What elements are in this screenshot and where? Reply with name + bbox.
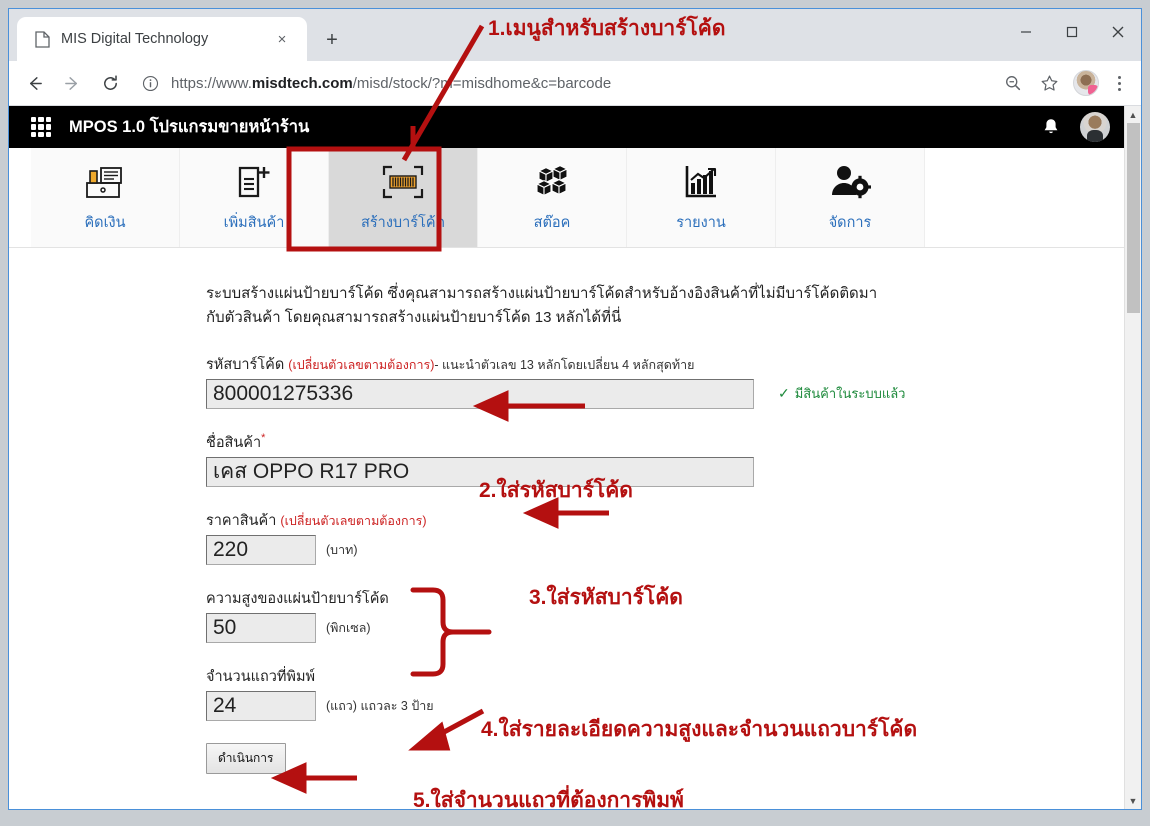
zoom-out-icon[interactable]: [998, 68, 1028, 98]
description-line-2: กับตัวสินค้า โดยคุณสามารถสร้างแผ่นป้ายบา…: [206, 309, 622, 327]
check-icon: ✓: [778, 385, 790, 402]
cash-register-icon: [83, 161, 127, 203]
barcode-input[interactable]: 800001275336: [206, 378, 754, 409]
barcode-label-main: รหัสบาร์โค้ด: [206, 356, 285, 373]
nav-tab-label: รายงาน: [676, 215, 726, 231]
window-controls: [1003, 9, 1141, 55]
product-name-label: ชื่อสินค้า*: [206, 431, 1124, 454]
address-bar[interactable]: https://www.misdtech.com/misd/stock/?m=m…: [139, 68, 989, 98]
close-window-icon[interactable]: [1095, 10, 1141, 54]
grid-apps-icon[interactable]: [31, 117, 51, 137]
barcode-label-red: (เปลี่ยนตัวเลขตามต้องการ): [288, 357, 435, 372]
product-name-field-block: ชื่อสินค้า* เคส OPPO R17 PRO: [206, 431, 1124, 487]
annotation-4: 4.ใส่รายละเอียดความสูงและจำนวนแถวบาร์โค้…: [481, 718, 918, 741]
browser-tab[interactable]: MIS Digital Technology ×: [17, 17, 307, 61]
back-icon[interactable]: [17, 66, 51, 100]
label-height-input[interactable]: 50: [206, 612, 316, 643]
chart-report-icon: [680, 161, 722, 203]
page-icon: [33, 30, 51, 48]
label-height-unit: (พิกเซล): [326, 620, 371, 635]
tab-title: MIS Digital Technology: [61, 31, 209, 47]
scrollbar-thumb[interactable]: [1126, 123, 1140, 313]
nav-tab-label: เพิ่มสินค้า: [223, 215, 285, 231]
rows-unit: (แถว) แถวละ 3 ป้าย: [326, 698, 434, 713]
site-info-icon[interactable]: [139, 72, 161, 94]
description-line-1: ระบบสร้างแผ่นป้ายบาร์โค้ด ซึ่งคุณสามารถส…: [206, 285, 878, 302]
user-avatar[interactable]: [1080, 112, 1110, 142]
url-host: misdtech.com: [251, 74, 353, 92]
annotation-5: 5.ใส่จำนวนแถวที่ต้องการพิมพ์: [413, 789, 684, 809]
reload-icon[interactable]: [93, 66, 127, 100]
barcode-scan-icon: [380, 161, 426, 203]
price-field-block: ราคาสินค้า (เปลี่ยนตัวเลขตามต้องการ) 220…: [206, 509, 1124, 565]
profile-avatar[interactable]: [1073, 70, 1099, 96]
bookmark-star-icon[interactable]: [1034, 68, 1064, 98]
barcode-form: ระบบสร้างแผ่นป้ายบาร์โค้ด ซึ่งคุณสามารถส…: [9, 248, 1124, 774]
notification-bell-icon[interactable]: [1038, 114, 1064, 140]
new-tab-button[interactable]: +: [315, 23, 349, 57]
price-label-main: ราคาสินค้า: [206, 512, 277, 529]
web-page: MPOS 1.0 โปรแกรมขายหน้าร้าน คิดเงิน เพิ่…: [9, 106, 1124, 809]
url-scheme: https://www.: [171, 74, 252, 92]
nav-tab-label: คิดเงิน: [84, 215, 126, 231]
app-title: MPOS 1.0 โปรแกรมขายหน้าร้าน: [69, 118, 310, 136]
nav-tab-label: สร้างบาร์โค้ด: [361, 215, 445, 231]
submit-button[interactable]: ดำเนินการ: [206, 742, 286, 774]
barcode-label: รหัสบาร์โค้ด (เปลี่ยนตัวเลขตามต้องการ)- …: [206, 353, 1124, 376]
nav-tab-label: จัดการ: [828, 215, 872, 231]
url-text: https://www.misdtech.com/misd/stock/?m=m…: [171, 75, 611, 92]
forward-icon[interactable]: [55, 66, 89, 100]
minimize-icon[interactable]: [1003, 10, 1049, 54]
page-viewport: MPOS 1.0 โปรแกรมขายหน้าร้าน คิดเงิน เพิ่…: [9, 106, 1141, 809]
user-settings-icon: [829, 161, 871, 203]
rows-field-block: จำนวนแถวที่พิมพ์ 24 (แถว) แถวละ 3 ป้าย: [206, 665, 1124, 721]
barcode-field-block: รหัสบาร์โค้ด (เปลี่ยนตัวเลขตามต้องการ)- …: [206, 353, 1124, 409]
maximize-icon[interactable]: [1049, 10, 1095, 54]
barcode-label-hint: - แนะนำตัวเลข 13 หลักโดยเปลี่ยน 4 หลักสุ…: [434, 357, 695, 372]
nav-tab-create-barcode[interactable]: สร้างบาร์โค้ด: [329, 148, 478, 247]
price-label: ราคาสินค้า (เปลี่ยนตัวเลขตามต้องการ): [206, 509, 1124, 532]
annotation-2: 2.ใส่รหัสบาร์โค้ด: [479, 479, 633, 502]
rows-input[interactable]: 24: [206, 690, 316, 721]
app-header-bar: MPOS 1.0 โปรแกรมขายหน้าร้าน: [9, 106, 1124, 148]
nav-tab-label: สต๊อค: [533, 215, 571, 231]
product-name-label-main: ชื่อสินค้า: [206, 434, 262, 451]
rows-label: จำนวนแถวที่พิมพ์: [206, 668, 316, 685]
price-input[interactable]: 220: [206, 534, 316, 565]
page-scrollbar[interactable]: ▲ ▼: [1124, 106, 1141, 809]
required-mark: *: [261, 431, 266, 444]
nav-tab-cashier[interactable]: คิดเงิน: [31, 148, 180, 247]
annotation-1: 1.เมนูสำหรับสร้างบาร์โค้ด: [488, 17, 726, 40]
page-description: ระบบสร้างแผ่นป้ายบาร์โค้ด ซึ่งคุณสามารถส…: [206, 282, 966, 331]
main-nav-tabs: คิดเงิน เพิ่มสินค้า สร้างบาร์โค้ด สต๊อค …: [9, 148, 1124, 248]
close-tab-icon[interactable]: ×: [271, 28, 293, 50]
nav-tab-add-product[interactable]: เพิ่มสินค้า: [180, 148, 329, 247]
url-path: /misd/stock/?m=misdhome&c=barcode: [352, 74, 612, 92]
nav-tab-manage[interactable]: จัดการ: [776, 148, 925, 247]
annotation-3: 3.ใส่รหัสบาร์โค้ด: [529, 586, 683, 609]
browser-toolbar: https://www.misdtech.com/misd/stock/?m=m…: [9, 61, 1141, 106]
barcode-status-text: มีสินค้าในระบบแล้ว: [794, 386, 906, 402]
scroll-down-arrow[interactable]: ▼: [1124, 792, 1141, 809]
nav-tab-report[interactable]: รายงาน: [627, 148, 776, 247]
scroll-up-arrow[interactable]: ▲: [1124, 106, 1141, 123]
nav-tab-stock[interactable]: สต๊อค: [478, 148, 627, 247]
scrollbar-track[interactable]: [1125, 123, 1142, 792]
price-label-red: (เปลี่ยนตัวเลขตามต้องการ): [280, 513, 427, 528]
price-unit: (บาท): [326, 542, 358, 557]
browser-menu-icon[interactable]: [1105, 68, 1133, 98]
barcode-status-badge: ✓ มีสินค้าในระบบแล้ว: [778, 383, 905, 404]
boxes-icon: [531, 161, 573, 203]
add-document-icon: [234, 161, 274, 203]
browser-window: MIS Digital Technology × + https://www.m…: [8, 8, 1142, 810]
